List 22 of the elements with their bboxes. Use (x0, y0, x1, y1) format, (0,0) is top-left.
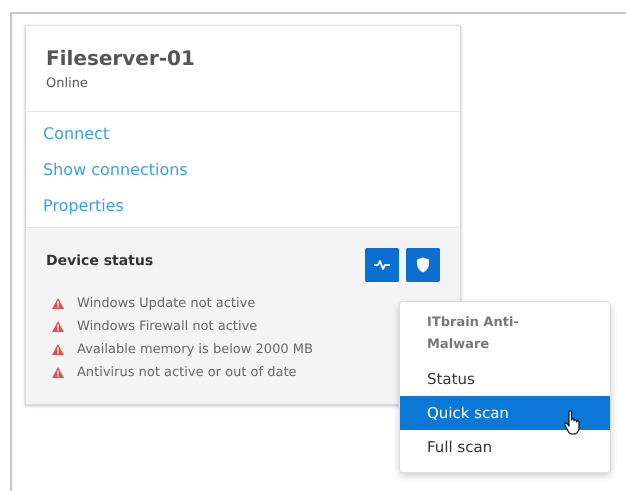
action-link[interactable]: Connect (43, 124, 110, 143)
shield-icon (416, 257, 430, 273)
warning-text: Windows Firewall not active (77, 319, 258, 334)
menu-title: ITbrain Anti-Malware (426, 314, 520, 354)
warning-text: Available memory is below 2000 MB (77, 342, 313, 357)
action-link[interactable]: Properties (43, 196, 124, 215)
shield-button[interactable] (406, 248, 440, 282)
device-name: Fileserver-01 (46, 46, 196, 70)
warning-text: Windows Update not active (77, 296, 256, 311)
pulse-icon (373, 259, 391, 271)
menu-item[interactable]: Status (400, 362, 610, 396)
warning-icon (52, 344, 64, 355)
warning-icon (52, 367, 64, 378)
menu-item[interactable]: Full scan (400, 430, 610, 464)
warning-icon (52, 298, 64, 309)
menu-item[interactable]: Quick scan (400, 396, 610, 430)
action-link[interactable]: Show connections (43, 160, 188, 179)
status-title: Device status (46, 253, 154, 269)
device-state: Online (46, 76, 89, 91)
warning-icon (52, 321, 64, 332)
activity-button[interactable] (365, 248, 399, 282)
warning-text: Antivirus not active or out of date (77, 365, 297, 380)
